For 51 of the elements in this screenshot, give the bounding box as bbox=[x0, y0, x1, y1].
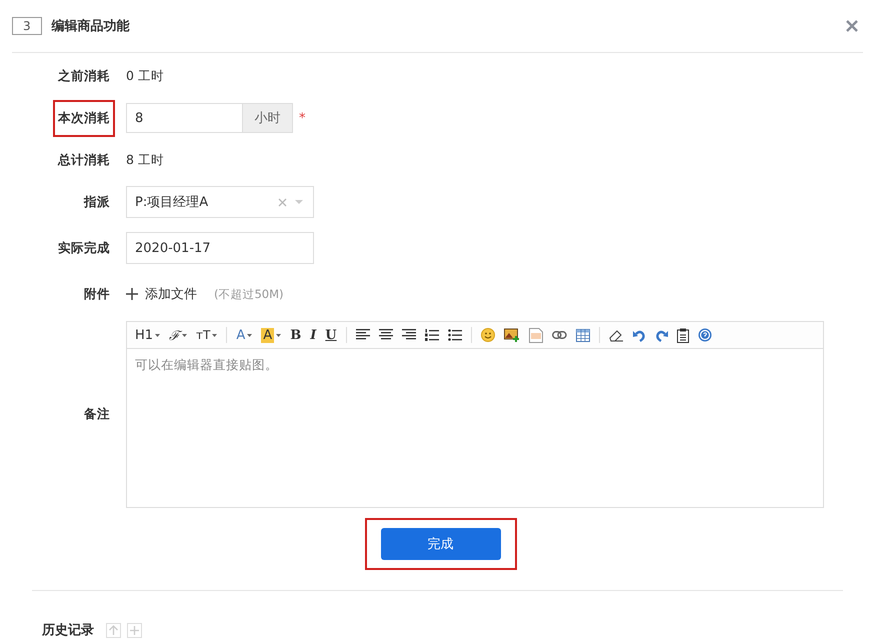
align-icon[interactable] bbox=[378, 329, 393, 341]
field-label: 备注 bbox=[83, 405, 111, 423]
table-icon[interactable] bbox=[576, 328, 590, 342]
align-icon[interactable] bbox=[356, 329, 370, 341]
task-number: 3 bbox=[12, 17, 42, 35]
heading-button[interactable]: H1 bbox=[135, 328, 160, 342]
help-icon[interactable] bbox=[698, 328, 712, 342]
clipboard-icon[interactable] bbox=[676, 328, 689, 342]
text-color-button[interactable]: A bbox=[236, 328, 252, 342]
link-icon[interactable] bbox=[552, 331, 567, 339]
finish-button[interactable]: 完成 bbox=[380, 528, 500, 560]
hours-input[interactable]: 8 bbox=[126, 103, 242, 133]
numbered-list-icon[interactable] bbox=[424, 329, 439, 341]
unit-addon: 小时 bbox=[242, 103, 293, 133]
caret-icon bbox=[155, 334, 160, 336]
caret-icon bbox=[295, 200, 303, 204]
font-size-button[interactable]: тT bbox=[196, 328, 218, 342]
caret-icon bbox=[276, 334, 282, 336]
caret-icon bbox=[212, 334, 218, 336]
add-file-link[interactable]: 添加文件 bbox=[145, 285, 197, 303]
field-label: 之前消耗 bbox=[56, 66, 111, 84]
image-icon[interactable] bbox=[504, 328, 520, 342]
align-icon[interactable] bbox=[402, 329, 416, 341]
dialog-title: 编辑商品功能 bbox=[52, 18, 131, 35]
history-title: 历史记录 bbox=[42, 622, 94, 639]
size-hint: (不超过50M) bbox=[214, 286, 284, 302]
required-mark: * bbox=[299, 110, 306, 126]
bullet-list-icon[interactable] bbox=[448, 329, 462, 341]
field-label: 指派 bbox=[82, 192, 111, 210]
bold-button[interactable]: B bbox=[290, 328, 302, 342]
notes-editor[interactable]: 可以在编辑器直接贴图。 bbox=[127, 349, 823, 507]
field-value: 8 工时 bbox=[126, 152, 164, 168]
close-icon[interactable] bbox=[845, 19, 859, 33]
redo-icon[interactable] bbox=[654, 328, 668, 342]
assignee-select[interactable]: P:项目经理A bbox=[126, 186, 314, 218]
date-input[interactable]: 2020-01-17 bbox=[126, 232, 314, 264]
field-label: 附件 bbox=[83, 284, 111, 302]
code-icon[interactable] bbox=[528, 328, 543, 342]
undo-icon[interactable] bbox=[632, 328, 646, 342]
field-label: 本次消耗 bbox=[55, 102, 113, 134]
caret-icon bbox=[247, 334, 252, 336]
field-value: 0 工时 bbox=[126, 68, 164, 84]
caret-icon bbox=[182, 334, 188, 336]
plus-icon[interactable] bbox=[126, 288, 138, 300]
underline-button[interactable]: U bbox=[325, 328, 337, 342]
field-label: 实际完成 bbox=[57, 238, 111, 256]
font-button[interactable]: ℱ bbox=[169, 326, 188, 344]
eraser-icon[interactable] bbox=[608, 328, 624, 342]
smiley-icon[interactable] bbox=[480, 328, 495, 342]
italic-button[interactable]: I bbox=[310, 328, 316, 342]
field-label: 总计消耗 bbox=[56, 150, 111, 168]
